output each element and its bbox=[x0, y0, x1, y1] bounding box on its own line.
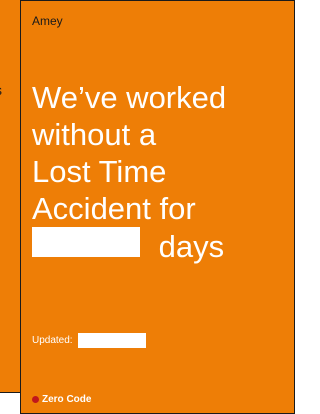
zero-code-label: Zero Code bbox=[42, 394, 92, 405]
updated-row: Updated: bbox=[32, 333, 146, 348]
safety-poster-card: Amey We’ve worked without a Lost Time Ac… bbox=[20, 0, 295, 414]
updated-date-field[interactable] bbox=[77, 333, 146, 348]
days-count-field[interactable] bbox=[32, 227, 140, 257]
days-row: days bbox=[32, 227, 290, 265]
brand-name: Amey bbox=[32, 14, 63, 28]
back-card-mark: s bbox=[0, 83, 2, 97]
headline-line: Lost Time bbox=[32, 154, 167, 189]
zero-code-badge: Zero Code bbox=[32, 394, 91, 405]
days-label: days bbox=[158, 229, 225, 264]
headline-line: We’ve worked bbox=[32, 80, 227, 115]
headline-line: Accident for bbox=[32, 191, 196, 226]
headline: We’ve worked without a Lost Time Acciden… bbox=[32, 79, 290, 265]
headline-line: without a bbox=[32, 117, 157, 152]
updated-label: Updated: bbox=[32, 335, 73, 346]
poster-stage: ' s Amey We’ve worked without a Lost Tim… bbox=[0, 0, 295, 414]
red-dot-icon bbox=[32, 396, 39, 403]
